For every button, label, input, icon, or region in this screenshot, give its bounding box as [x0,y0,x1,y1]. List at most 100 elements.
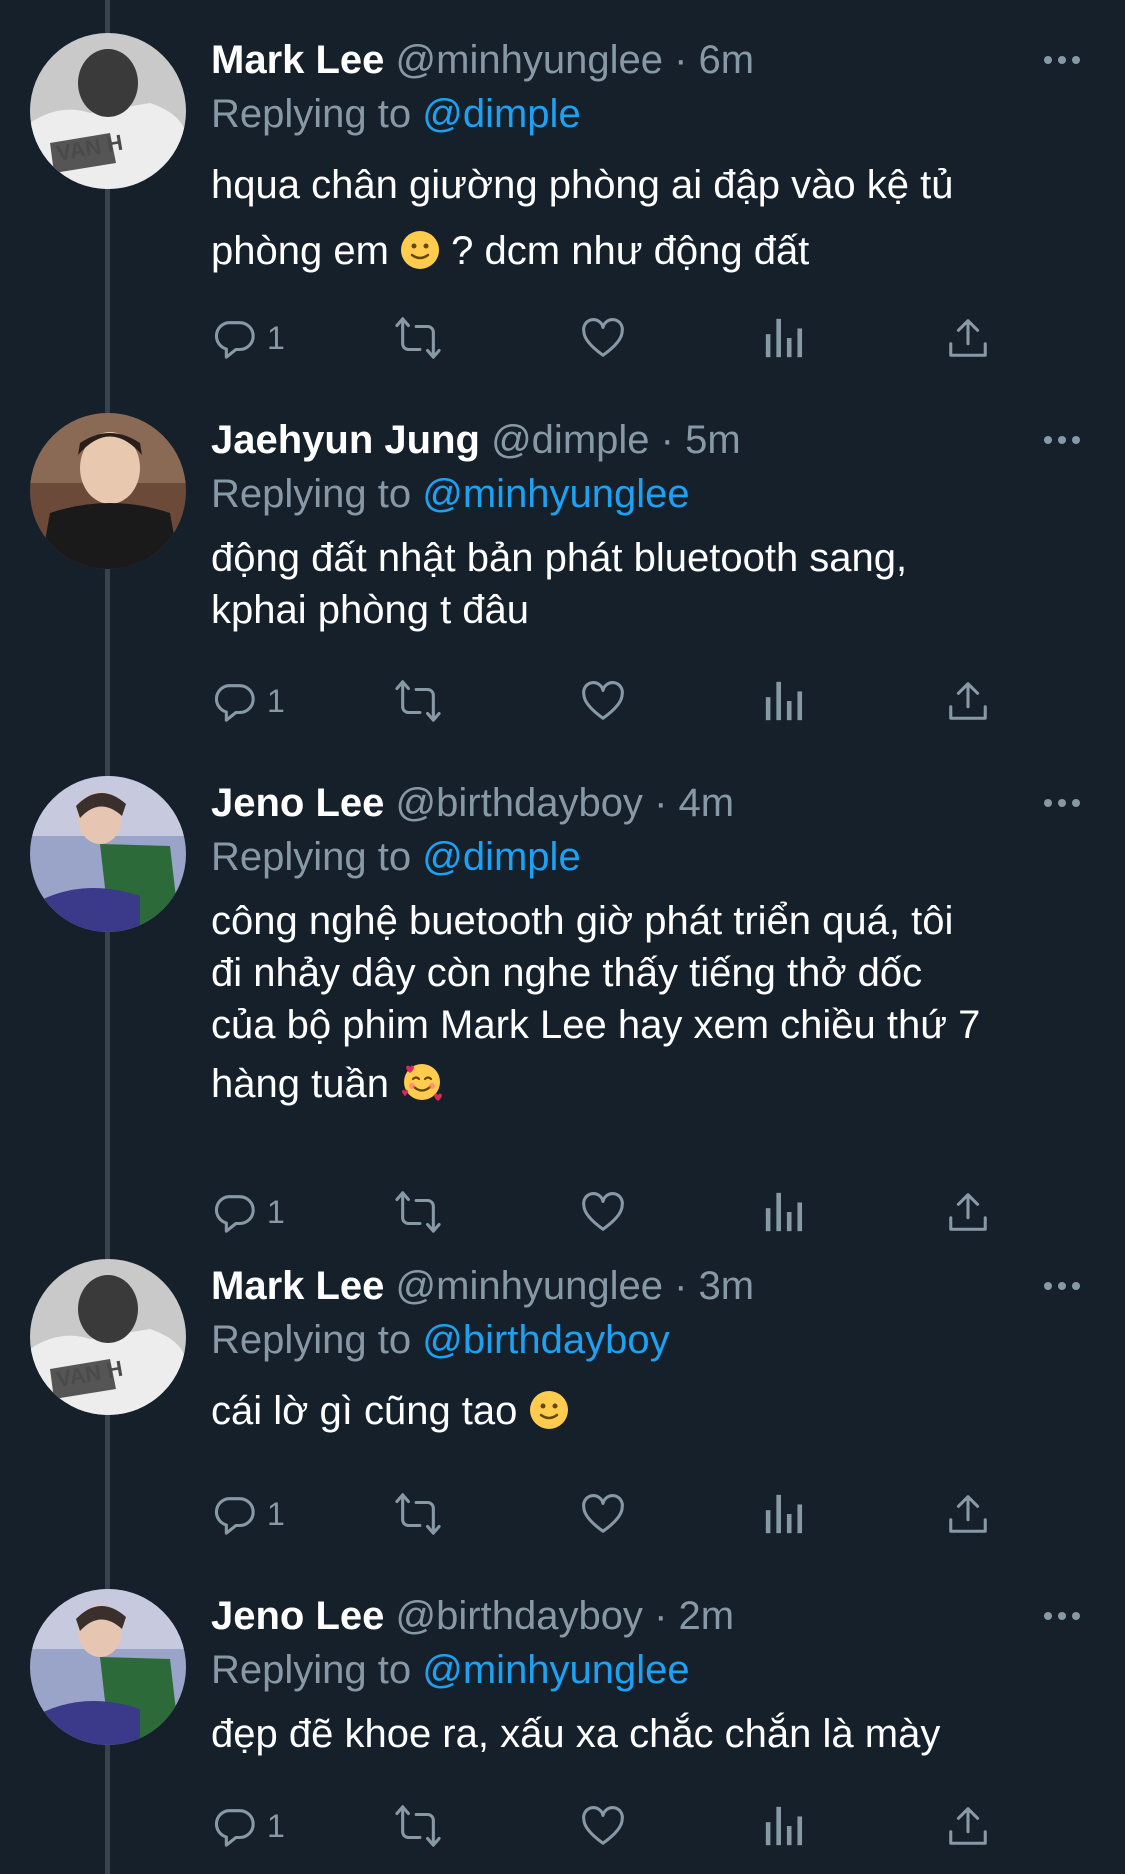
like-button[interactable] [579,310,627,366]
retweet-icon [395,1493,441,1535]
reply-button[interactable]: 1 [211,1184,285,1240]
separator-dot: · [660,418,674,462]
share-button[interactable] [945,673,991,729]
tweet-actions: 1 [211,1486,1091,1542]
avatar[interactable] [30,776,186,932]
reply-button[interactable]: 1 [211,1798,285,1854]
tweet-actions: 1 [211,1184,1091,1240]
author-handle[interactable]: @birthdayboy [396,1594,643,1638]
tweet-text-line: hqua chân giường phòng ai đập vào kệ tủ [211,163,954,207]
more-options-icon[interactable] [1040,42,1084,78]
separator-dot: · [674,38,688,82]
share-button[interactable] [945,1798,991,1854]
retweet-button[interactable] [393,1184,443,1240]
author-handle[interactable]: @minhyunglee [396,1264,663,1308]
tweet-actions: 1 [211,310,1091,366]
more-options-icon[interactable] [1040,1598,1084,1634]
avatar[interactable] [30,413,186,569]
retweet-icon [395,1191,441,1233]
replying-to-handle[interactable]: @minhyunglee [422,1648,689,1692]
reply-count: 1 [267,319,285,356]
tweet-text-line: động đất nhật bản phát bluetooth sang, [211,536,908,580]
tweet-time[interactable]: 5m [685,418,741,462]
tweet-time[interactable]: 4m [679,781,735,825]
tweet-time[interactable]: 3m [699,1264,755,1308]
share-button[interactable] [945,310,991,366]
replying-to-label: Replying to [211,835,412,879]
analytics-button[interactable] [763,673,807,729]
share-button[interactable] [945,1184,991,1240]
reply-icon [214,1195,255,1233]
replying-to-label: Replying to [211,1318,412,1362]
separator-dot: · [674,1264,688,1308]
like-button[interactable] [579,1798,627,1854]
analytics-button[interactable] [763,310,807,366]
analytics-button[interactable] [763,1798,807,1854]
reply-count: 1 [267,682,285,719]
more-options-icon[interactable] [1040,1268,1084,1304]
replying-to-handle[interactable]: @minhyunglee [422,472,689,516]
retweet-button[interactable] [393,310,443,366]
tweet-text-line: đẹp đẽ khoe ra, xấu xa chắc chắn là mày [211,1712,941,1756]
retweet-icon [395,317,441,359]
analytics-icon [765,1192,803,1232]
author-handle[interactable]: @birthdayboy [396,781,643,825]
tweet-text: công nghệ buetooth giờ phát triển quá, t… [211,895,1091,1117]
tweet-header: Jaehyun Jung @dimple · 5m [211,410,741,470]
tweet-header: Mark Lee @minhyunglee · 6m [211,30,754,90]
share-icon [949,1495,987,1533]
reply-button[interactable]: 1 [211,673,285,729]
share-button[interactable] [945,1486,991,1542]
like-button[interactable] [579,673,627,729]
author-name[interactable]: Mark Lee [211,1264,384,1308]
reply-button[interactable]: 1 [211,1486,285,1542]
heart-icon [582,681,624,720]
author-name[interactable]: Jaehyun Jung [211,418,480,462]
replying-to-handle[interactable]: @dimple [422,92,580,136]
replying-to-label: Replying to [211,472,412,516]
reply-icon [214,1809,255,1847]
retweet-button[interactable] [393,673,443,729]
more-options-icon[interactable] [1040,785,1084,821]
share-icon [949,1193,987,1231]
tweet-text: động đất nhật bản phát bluetooth sang, k… [211,532,1091,636]
like-button[interactable] [579,1184,627,1240]
author-name[interactable]: Jeno Lee [211,1594,384,1638]
tweet-text: cái lờ gì cũng tao [211,1378,1091,1450]
share-icon [949,1807,987,1845]
tweet-header: Mark Lee @minhyunglee · 3m [211,1256,754,1316]
avatar[interactable]: VAN H [30,1259,186,1415]
more-options-icon[interactable] [1040,422,1084,458]
author-handle[interactable]: @dimple [491,418,649,462]
avatar[interactable]: VAN H [30,33,186,189]
tweet-time[interactable]: 2m [679,1594,735,1638]
retweet-icon [395,1805,441,1847]
reply-button[interactable]: 1 [211,310,285,366]
author-name[interactable]: Jeno Lee [211,781,384,825]
tweet-text-line: kphai phòng t đâu [211,588,530,632]
reply-count: 1 [267,1495,285,1532]
author-name[interactable]: Mark Lee [211,38,384,82]
share-icon [949,682,987,720]
retweet-button[interactable] [393,1486,443,1542]
replying-to-handle[interactable]: @dimple [422,835,580,879]
tweet-text-line: công nghệ buetooth giờ phát triển quá, t… [211,899,954,943]
retweet-icon [395,680,441,722]
analytics-button[interactable] [763,1184,807,1240]
replying-to-handle[interactable]: @birthdayboy [422,1318,669,1362]
reply-icon [214,321,255,359]
retweet-button[interactable] [393,1798,443,1854]
tweet-text-line: cái lờ gì cũng tao [211,1378,1091,1450]
avatar[interactable] [30,1589,186,1745]
reply-icon [214,684,255,722]
tweet-text: đẹp đẽ khoe ra, xấu xa chắc chắn là mày [211,1708,1091,1760]
slightly-smiling-face-emoji [529,1384,569,1450]
tweet-text: hqua chân giường phòng ai đập vào kệ tủ … [211,152,1091,290]
like-button[interactable] [579,1486,627,1542]
heart-icon [582,1494,624,1533]
analytics-icon [765,681,803,721]
analytics-button[interactable] [763,1486,807,1542]
tweet-text-line: đi nhảy dây còn nghe thấy tiếng thở dốc [211,951,923,995]
author-handle[interactable]: @minhyunglee [396,38,663,82]
tweet-time[interactable]: 6m [699,38,755,82]
